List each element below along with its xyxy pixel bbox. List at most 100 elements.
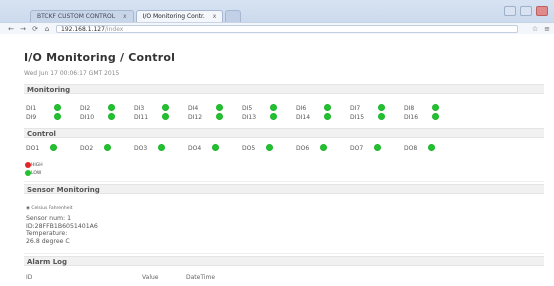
- input-label: DI16: [404, 114, 419, 121]
- control-header: Control: [24, 128, 544, 138]
- home-icon[interactable]: ⌂: [42, 25, 52, 33]
- window-controls: [504, 6, 548, 16]
- input-label: DI14: [296, 114, 311, 121]
- browser-tab-2[interactable]: I/O Monitoring Contr. x: [135, 10, 224, 22]
- alarm-col-datetime: DateTime: [186, 274, 216, 281]
- output-label: DO6: [296, 145, 310, 152]
- forward-icon[interactable]: →: [18, 25, 28, 33]
- close-icon[interactable]: x: [213, 13, 217, 20]
- digital-input: DI5: [242, 104, 296, 113]
- digital-input: DI12: [188, 113, 242, 122]
- status-dot: [162, 113, 169, 120]
- new-tab-button[interactable]: [225, 10, 242, 22]
- star-icon[interactable]: ☆: [530, 25, 540, 33]
- digital-input: DI8: [404, 104, 458, 113]
- output-toggle-dot[interactable]: [320, 144, 327, 151]
- output-label: DO2: [80, 145, 94, 152]
- temperature-unit-radios[interactable]: ◉ Celsius Fahrenheit: [26, 206, 73, 211]
- status-dot: [270, 104, 277, 111]
- reload-icon[interactable]: ⟳: [30, 25, 40, 33]
- output-toggle-dot[interactable]: [212, 144, 219, 151]
- output-toggle-dot[interactable]: [266, 144, 273, 151]
- output-label: DO3: [134, 145, 148, 152]
- status-dot: [378, 104, 385, 111]
- digital-input: DI14: [296, 113, 350, 122]
- input-label: DI13: [242, 114, 257, 121]
- output-toggle-dot[interactable]: [50, 144, 57, 151]
- digital-input: DI1: [26, 104, 80, 113]
- output-toggle-dot[interactable]: [104, 144, 111, 151]
- status-dot: [216, 104, 223, 111]
- digital-output[interactable]: DO6: [296, 144, 346, 153]
- digital-output[interactable]: DO2: [80, 144, 130, 153]
- browser-chrome: BTCKF CUSTOM CONTROL x I/O Monitoring Co…: [0, 0, 554, 35]
- input-label: DI5: [242, 105, 253, 112]
- input-label: DI2: [80, 105, 91, 112]
- maximize-button[interactable]: [520, 6, 532, 16]
- back-icon[interactable]: ←: [6, 25, 16, 33]
- status-dot: [324, 113, 331, 120]
- output-label: DO5: [242, 145, 256, 152]
- output-label: DO4: [188, 145, 202, 152]
- input-label: DI15: [350, 114, 365, 121]
- input-label: DI12: [188, 114, 203, 121]
- output-label: DO1: [26, 145, 40, 152]
- page-content: I/O Monitoring / Control Wed Jun 17 00:0…: [0, 34, 554, 286]
- sensor-details: Sensor num: 1 ID:28FFB1B6051401A6 Temper…: [26, 215, 98, 245]
- digital-input: DI4: [188, 104, 242, 113]
- status-dot: [324, 104, 331, 111]
- browser-tab-1-label: BTCKF CUSTOM CONTROL: [37, 13, 116, 20]
- temperature-value: 26.8 degree C: [26, 237, 70, 245]
- close-icon[interactable]: x: [123, 13, 127, 20]
- digital-output[interactable]: DO5: [242, 144, 292, 153]
- browser-tab-1[interactable]: BTCKF CUSTOM CONTROL x: [30, 10, 134, 22]
- status-dot: [432, 113, 439, 120]
- menu-icon[interactable]: ≡: [542, 25, 552, 33]
- status-dot: [216, 113, 223, 120]
- output-toggle-dot[interactable]: [158, 144, 165, 151]
- alarm-col-id: ID: [26, 274, 33, 281]
- browser-tab-2-label: I/O Monitoring Contr.: [142, 13, 205, 20]
- input-label: DI8: [404, 105, 415, 112]
- address-muted-text: /index: [104, 26, 124, 33]
- output-toggle-dot[interactable]: [428, 144, 435, 151]
- output-label: DO8: [404, 145, 418, 152]
- digital-input: DI7: [350, 104, 404, 113]
- temperature-units-text: Celsius Fahrenheit: [31, 206, 73, 211]
- input-label: DI11: [134, 114, 149, 121]
- digital-output[interactable]: DO8: [404, 144, 454, 153]
- digital-input: DI11: [134, 113, 188, 122]
- divider: [24, 253, 544, 254]
- digital-input: DI2: [80, 104, 134, 113]
- sensor-monitoring-header: Sensor Monitoring: [24, 184, 544, 194]
- divider: [24, 181, 544, 182]
- status-dot: [54, 113, 61, 120]
- input-label: DI10: [80, 114, 95, 121]
- input-label: DI1: [26, 105, 37, 112]
- minimize-button[interactable]: [504, 6, 516, 16]
- legend-label-high: HIGH: [31, 163, 43, 168]
- tab-strip: BTCKF CUSTOM CONTROL x I/O Monitoring Co…: [30, 10, 242, 22]
- digital-output[interactable]: DO4: [188, 144, 238, 153]
- status-dot: [432, 104, 439, 111]
- status-dot: [270, 113, 277, 120]
- sensor-id: ID:28FFB1B6051401A6: [26, 222, 98, 230]
- monitoring-header: Monitoring: [24, 84, 544, 94]
- close-window-button[interactable]: [536, 6, 548, 16]
- input-label: DI3: [134, 105, 145, 112]
- address-bar[interactable]: 192.168.1.127/index: [56, 25, 518, 33]
- output-toggle-dot[interactable]: [374, 144, 381, 151]
- status-dot: [108, 113, 115, 120]
- digital-output[interactable]: DO3: [134, 144, 184, 153]
- page-subtitle: Wed Jun 17 00:06:17 GMT 2015: [24, 70, 120, 77]
- status-dot: [378, 113, 385, 120]
- alarm-col-value: Value: [142, 274, 159, 281]
- digital-input: DI3: [134, 104, 188, 113]
- digital-output[interactable]: DO7: [350, 144, 400, 153]
- status-dot: [108, 104, 115, 111]
- radio-icon[interactable]: ◉: [26, 206, 30, 211]
- digital-input: DI9: [26, 113, 80, 122]
- alarm-log-columns: ID Value DateTime: [26, 274, 266, 282]
- output-label: DO7: [350, 145, 364, 152]
- digital-output[interactable]: DO1: [26, 144, 76, 153]
